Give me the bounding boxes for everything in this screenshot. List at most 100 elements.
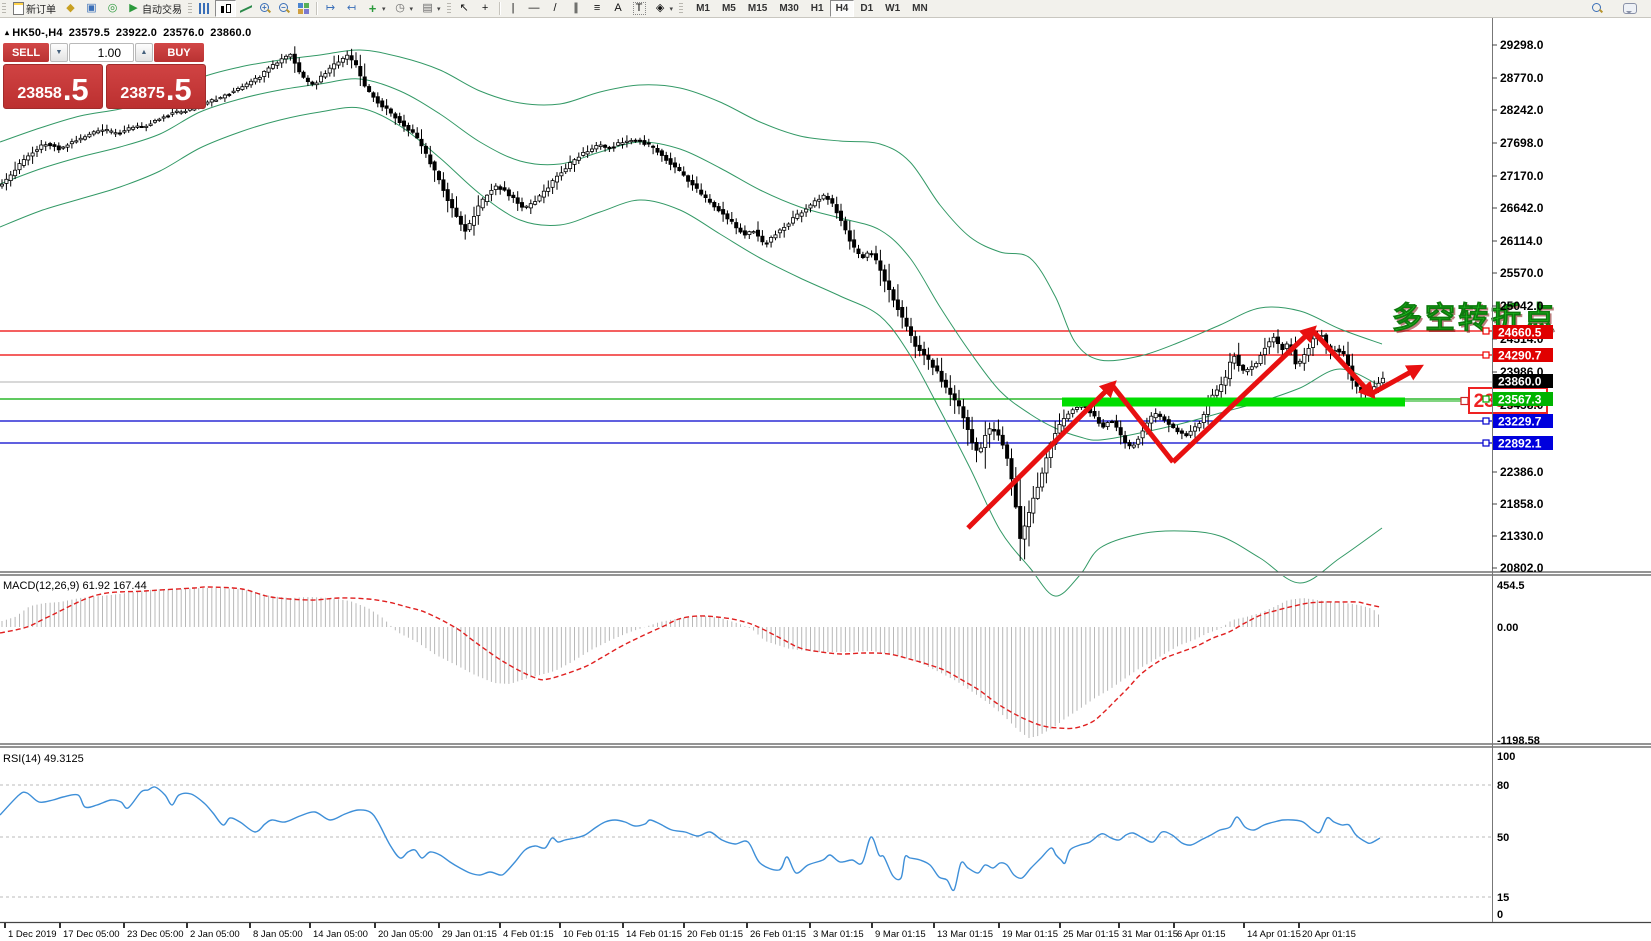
timeframe-MN[interactable]: MN [906, 0, 934, 17]
periods-button[interactable]: ◷▾ [390, 0, 418, 17]
symbol-ohlc-line: ▴HK50-,H423579.523922.023576.023860.0 [5, 27, 257, 39]
timeframe-D1[interactable]: D1 [854, 0, 879, 17]
vline-icon: | [507, 2, 520, 15]
timeframe-M5[interactable]: M5 [716, 0, 742, 17]
svg-text:3 Mar 01:15: 3 Mar 01:15 [813, 929, 864, 940]
labelT-icon: T [633, 2, 646, 15]
sell-price-pips: .5 [63, 75, 89, 105]
auto-scroll-button[interactable]: ↦ [320, 0, 341, 17]
market-depth-button[interactable]: ◆ [60, 0, 81, 17]
toolbar-grip [447, 3, 451, 15]
svg-text:0: 0 [1497, 909, 1503, 921]
price-open: 23579.5 [69, 27, 110, 39]
svg-text:29298.0: 29298.0 [1500, 38, 1544, 52]
svg-text:13 Mar 01:15: 13 Mar 01:15 [937, 929, 993, 940]
dropdown-arrow-icon: ▾ [410, 5, 414, 13]
svg-text:-1198.58: -1198.58 [1497, 735, 1540, 747]
chart-shift-button[interactable]: ↤ [341, 0, 362, 17]
svg-text:19 Mar 01:15: 19 Mar 01:15 [1002, 929, 1058, 940]
symbol-marker-icon: ▴ [5, 28, 9, 37]
buy-price-pips: .5 [166, 75, 192, 105]
price-close: 23860.0 [210, 27, 251, 39]
sell-button[interactable]: SELL [3, 43, 49, 62]
candlestick-chart-button[interactable] [215, 0, 236, 17]
monitor-icon: ▣ [85, 2, 98, 15]
arrows-tool-button[interactable]: ◈▾ [650, 0, 678, 17]
channel-tool-button[interactable]: ∥ [566, 0, 587, 17]
hline-icon: — [528, 2, 541, 15]
cursor-tool-button[interactable]: ↖ [454, 0, 475, 17]
rsi-label: RSI(14) 49.3125 [3, 753, 84, 765]
toolbar-button-label: 新订单 [26, 1, 56, 16]
svg-text:2 Jan 05:00: 2 Jan 05:00 [190, 929, 240, 940]
svg-text:27698.0: 27698.0 [1500, 136, 1544, 150]
candles-icon [219, 3, 232, 15]
templates-button[interactable]: ▤▾ [417, 0, 445, 17]
timeframe-H1[interactable]: H1 [805, 0, 830, 17]
vertical-line-tool-button[interactable]: | [503, 0, 524, 17]
one-click-trading-widget: SELL ▼ ▲ BUY 23858.5 23875.5 [3, 43, 206, 109]
zoom-out-button[interactable]: − [275, 0, 294, 17]
shift-icon: ↤ [345, 2, 358, 15]
label-tool-button[interactable]: T [629, 0, 650, 17]
app-window: 多空转折点多空转折点23567.3MACD(12,26,9) 61.92 167… [0, 0, 1651, 941]
toolbar: 新订单◆▣◎▶自动交易+−↦↤+▾◷▾▤▾↖+|—/∥≡AT◈▾ M1M5M15… [0, 0, 1651, 18]
svg-text:28770.0: 28770.0 [1500, 71, 1544, 85]
fibo-icon: ≡ [591, 2, 604, 15]
timeframe-M1[interactable]: M1 [690, 0, 716, 17]
svg-text:21858.0: 21858.0 [1500, 497, 1544, 511]
sell-price: 23858 [17, 83, 62, 105]
timeframe-W1[interactable]: W1 [879, 0, 906, 17]
tile-icon [298, 3, 309, 14]
zoomout-icon: − [279, 3, 290, 14]
broadcast-icon: ◎ [106, 2, 119, 15]
toolbar-separator [316, 2, 317, 15]
zoom-in-button[interactable]: + [256, 0, 275, 17]
volume-decrease-button[interactable]: ▼ [50, 43, 68, 62]
price-low: 23576.0 [163, 27, 204, 39]
market-watch-button[interactable]: ▣ [81, 0, 102, 17]
macd-label: MACD(12,26,9) 61.92 167.44 [3, 580, 147, 592]
svg-text:14 Feb 01:15: 14 Feb 01:15 [626, 929, 682, 940]
crosshair-tool-button[interactable]: + [475, 0, 496, 17]
volume-increase-button[interactable]: ▲ [135, 43, 153, 62]
toolbar-grip [679, 3, 683, 15]
dropdown-arrow-icon: ▾ [437, 5, 441, 13]
svg-text:14 Jan 05:00: 14 Jan 05:00 [313, 929, 368, 940]
chart-canvas[interactable]: 多空转折点多空转折点23567.3MACD(12,26,9) 61.92 167… [0, 0, 1651, 941]
volume-input[interactable] [69, 43, 134, 62]
tile-windows-button[interactable] [294, 0, 313, 17]
toolbar-grip [2, 3, 6, 15]
svg-text:50: 50 [1497, 832, 1509, 844]
svg-text:24290.7: 24290.7 [1498, 349, 1542, 363]
timeframe-M15[interactable]: M15 [742, 0, 773, 17]
svg-text:23860.0: 23860.0 [1498, 375, 1542, 389]
svg-text:25570.0: 25570.0 [1500, 266, 1544, 280]
auto-trading-button[interactable]: ▶自动交易 [123, 0, 186, 17]
svg-text:28242.0: 28242.0 [1500, 103, 1544, 117]
line-chart-button[interactable] [236, 0, 256, 17]
svg-text:14 Apr 01:15: 14 Apr 01:15 [1247, 929, 1301, 940]
timeframe-M30[interactable]: M30 [773, 0, 804, 17]
fibonacci-tool-button[interactable]: ≡ [587, 0, 608, 17]
svg-text:20802.0: 20802.0 [1500, 561, 1544, 575]
sell-price-panel[interactable]: 23858.5 [3, 64, 103, 109]
cursor-icon: ↖ [458, 2, 471, 15]
svg-text:29 Jan 01:15: 29 Jan 01:15 [442, 929, 497, 940]
textA-icon: A [612, 2, 625, 15]
timeframe-H4[interactable]: H4 [830, 0, 855, 17]
buy-button[interactable]: BUY [154, 43, 204, 62]
bar-chart-button[interactable] [195, 0, 215, 17]
text-tool-button[interactable]: A [608, 0, 629, 17]
indicators-button[interactable]: +▾ [362, 0, 390, 17]
new-order-button[interactable]: 新订单 [9, 0, 60, 17]
svg-text:9 Mar 01:15: 9 Mar 01:15 [875, 929, 926, 940]
chat-button[interactable] [1619, 0, 1641, 17]
linec-icon [240, 3, 252, 14]
trendline-tool-button[interactable]: / [545, 0, 566, 17]
chat-icon [1623, 3, 1637, 14]
search-button[interactable] [1588, 0, 1607, 17]
horizontal-line-tool-button[interactable]: — [524, 0, 545, 17]
buy-price-panel[interactable]: 23875.5 [106, 64, 206, 109]
alerts-button[interactable]: ◎ [102, 0, 123, 17]
